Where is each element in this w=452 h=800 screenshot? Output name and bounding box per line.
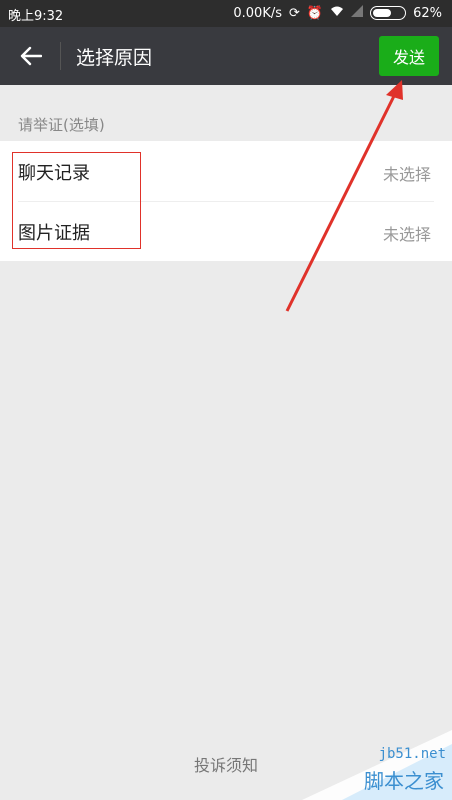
wifi-icon xyxy=(330,5,344,21)
title-divider xyxy=(60,42,61,70)
list-item-value: 未选择 xyxy=(382,225,431,244)
send-button[interactable]: 发送 xyxy=(379,36,439,76)
back-arrow-icon xyxy=(20,46,42,66)
evidence-section-label: 请举证(选填) xyxy=(18,116,105,134)
watermark-url: jb51.net xyxy=(378,746,446,762)
status-bar: 晚上9:32 0.00K/s ⟳ ⏰ 62% xyxy=(0,0,452,27)
watermark: jb51.net 脚本之家 xyxy=(302,730,452,800)
annotation-highlight-box xyxy=(12,152,141,249)
list-item-value: 未选择 xyxy=(382,165,431,184)
status-time: 晚上9:32 xyxy=(8,9,64,24)
signal-icon xyxy=(351,5,364,21)
page-title: 选择原因 xyxy=(76,47,153,69)
alarm-icon: ⏰ xyxy=(306,5,324,21)
title-bar: 选择原因 发送 xyxy=(0,27,452,85)
status-right: 0.00K/s ⟳ ⏰ 62% xyxy=(233,5,442,21)
sync-icon: ⟳ xyxy=(289,5,300,21)
battery-percent: 62% xyxy=(413,5,442,21)
network-speed: 0.00K/s xyxy=(233,5,282,21)
watermark-text: 脚本之家 xyxy=(364,769,444,793)
battery-icon xyxy=(370,6,407,20)
back-button[interactable] xyxy=(14,40,48,72)
battery-fill xyxy=(373,9,391,17)
